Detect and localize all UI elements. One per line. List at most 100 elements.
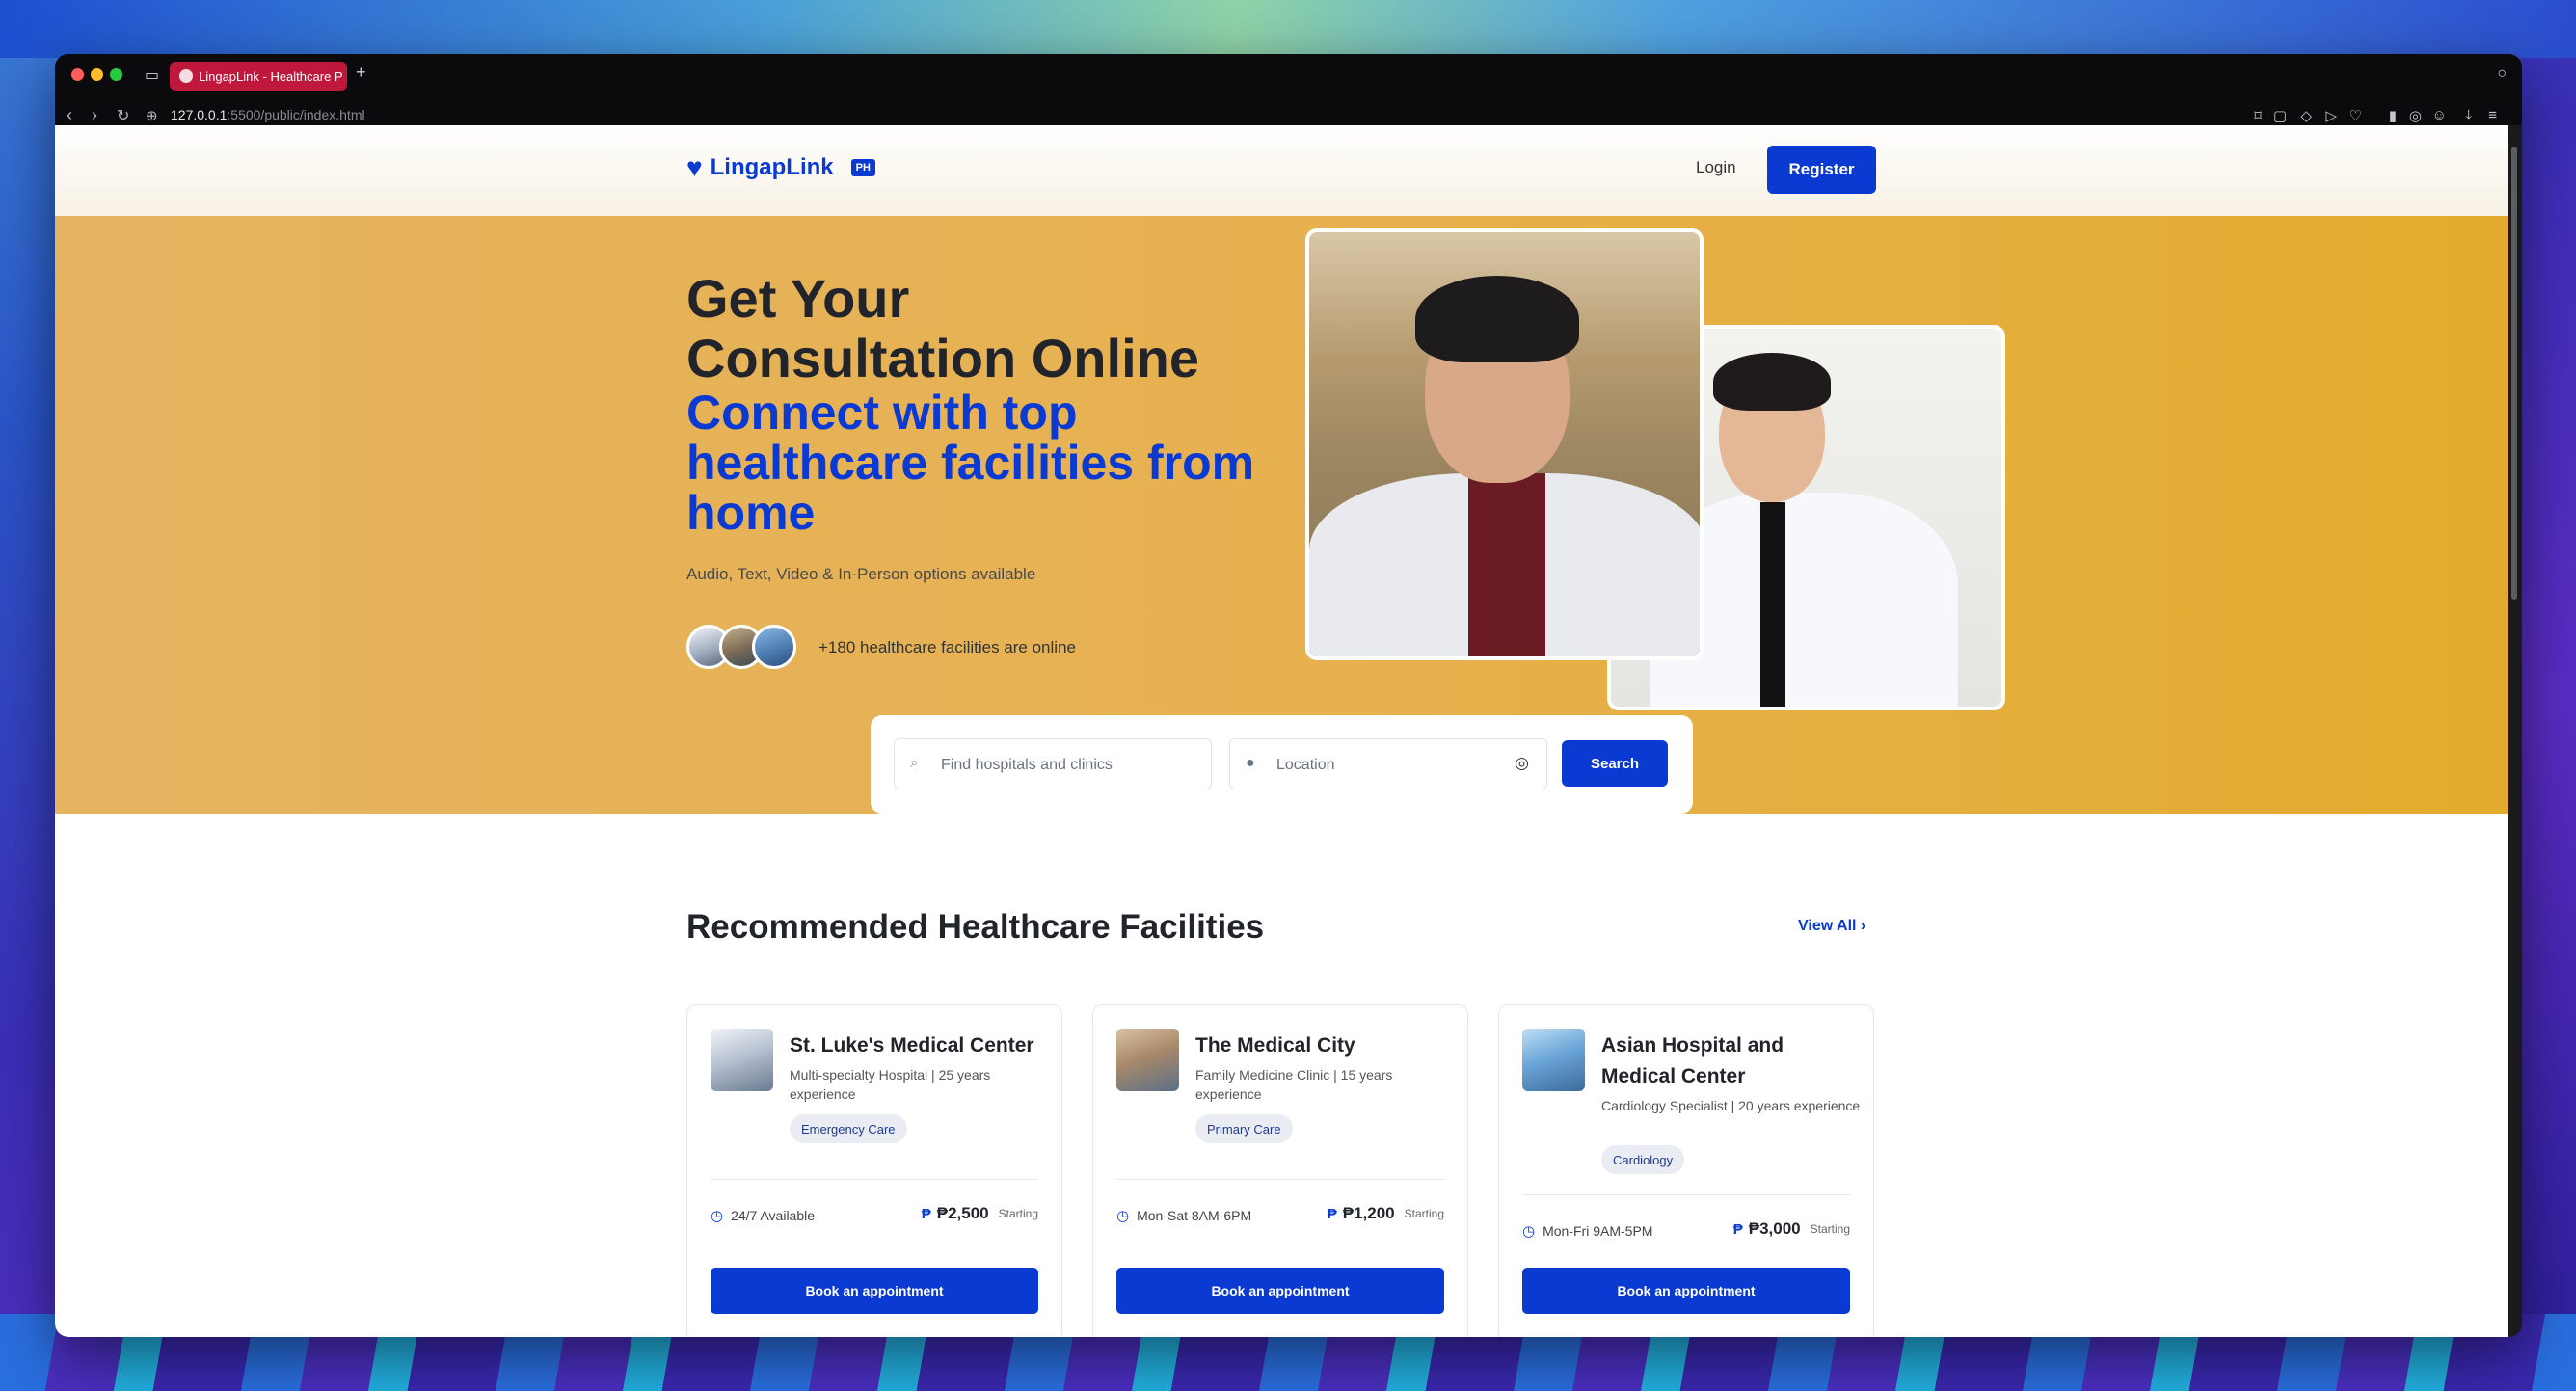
facility-subtitle: Multi-specialty Hospital | 25 years expe…	[790, 1067, 991, 1102]
hero-section: Get Your Consultation Online Connect wit…	[55, 216, 2508, 814]
facility-name: Asian Hospital and Medical Center	[1601, 1034, 1784, 1087]
bookmark-icon[interactable]: ⌑	[2254, 107, 2262, 124]
locate-me-icon[interactable]: ◎	[1515, 754, 1529, 773]
reading-list-icon[interactable]: ▢	[2273, 107, 2287, 124]
tab-title: LingapLink - Healthcare P	[199, 68, 343, 84]
search-icon: ⌕	[910, 755, 919, 771]
map-pin-icon: ●	[1246, 755, 1255, 771]
facility-card: Asian Hospital and Medical Center Cardio…	[1498, 1004, 1874, 1337]
shield-icon[interactable]: ◇	[2300, 107, 2312, 124]
site-info-icon[interactable]: ⊕	[146, 107, 158, 124]
price-value: ₱3,000	[1748, 1219, 1801, 1238]
divider	[711, 1179, 1038, 1180]
price-note: Starting	[998, 1207, 1038, 1220]
book-appointment-button[interactable]: Book an appointment	[1522, 1268, 1850, 1314]
price: ₱ ₱1,200 Starting	[1328, 1204, 1444, 1223]
location-input[interactable]: ● Location ◎	[1229, 738, 1547, 789]
availability-text: Mon-Sat 8AM-6PM	[1137, 1208, 1252, 1223]
clock-icon: ◷	[1116, 1208, 1130, 1224]
specialty-tag: Emergency Care	[790, 1114, 907, 1143]
availability-text: Mon-Fri 9AM-5PM	[1543, 1223, 1653, 1239]
price: ₱ ₱3,000 Starting	[1733, 1219, 1850, 1239]
clock-icon: ◷	[1522, 1223, 1536, 1240]
doctor-photo-primary	[1305, 228, 1704, 660]
facility-name: St. Luke's Medical Center	[790, 1034, 1034, 1057]
book-appointment-button[interactable]: Book an appointment	[711, 1268, 1038, 1314]
facility-subtitle: Family Medicine Clinic | 15 years experi…	[1195, 1067, 1393, 1102]
country-badge: PH	[850, 159, 875, 176]
desktop-wallpaper-top	[0, 0, 2576, 58]
availability: ◷ Mon-Fri 9AM-5PM	[1522, 1222, 1652, 1240]
availability: ◷ Mon-Sat 8AM-6PM	[1116, 1207, 1251, 1224]
download-icon[interactable]: ⤓	[2465, 107, 2472, 123]
browser-window: ▭ LingapLink - Healthcare P + ○ ‹ › ↻ ⊕ …	[55, 54, 2522, 1337]
recommended-title: Recommended Healthcare Facilities	[686, 908, 1265, 946]
puzzle-icon[interactable]: ◎	[2409, 107, 2422, 124]
facility-search-placeholder: Find hospitals and clinics	[941, 757, 1113, 773]
forward-icon[interactable]: ›	[92, 105, 97, 125]
facilities-online-count: +180 healthcare facilities are online	[818, 638, 1076, 656]
tab-active[interactable]: LingapLink - Healthcare P	[170, 62, 347, 91]
heart-pulse-icon: ♥	[686, 152, 703, 182]
page-viewport: ♥ LingapLink PH Login Register Get Your …	[55, 125, 2508, 1337]
play-icon[interactable]: ▷	[2325, 107, 2337, 124]
peso-icon: ₱	[921, 1205, 931, 1222]
book-appointment-button[interactable]: Book an appointment	[1116, 1268, 1444, 1314]
logo-text: LingapLink	[710, 154, 834, 180]
price-value: ₱2,500	[936, 1204, 989, 1222]
tab-search-icon[interactable]: ○	[2497, 66, 2507, 83]
url-host: 127.0.0.1	[171, 107, 228, 122]
back-icon[interactable]: ‹	[67, 105, 72, 125]
hero-title: Get Your Consultation Online	[686, 268, 1199, 388]
logo[interactable]: ♥ LingapLink PH	[686, 154, 875, 181]
facility-search-input[interactable]: ⌕ Find hospitals and clinics	[894, 738, 1212, 789]
price-note: Starting	[1810, 1222, 1850, 1236]
facility-thumbnail	[1522, 1029, 1585, 1091]
tab-bar: ▭ LingapLink - Healthcare P + ○	[55, 54, 2522, 96]
hero-subtitle: Connect with top healthcare facilities f…	[686, 386, 1255, 540]
url-field[interactable]: 127.0.0.1:5500/public/index.html	[171, 107, 365, 122]
chevron-right-icon: ›	[1860, 918, 1866, 934]
reload-icon[interactable]: ↻	[117, 106, 129, 125]
view-all-label: View All	[1798, 918, 1857, 934]
heart-icon[interactable]: ♡	[2349, 107, 2362, 124]
facility-name: The Medical City	[1195, 1034, 1355, 1057]
menu-icon[interactable]: ≡	[2488, 107, 2497, 123]
sidebar-toggle-icon[interactable]: ▭	[145, 66, 159, 85]
facility-avatars	[686, 625, 796, 669]
site-header: ♥ LingapLink PH Login Register	[55, 125, 2508, 216]
minimize-window-button[interactable]	[91, 68, 103, 81]
search-button[interactable]: Search	[1562, 740, 1668, 787]
facility-thumbnail	[1116, 1029, 1179, 1091]
divider	[1522, 1194, 1850, 1195]
availability: ◷ 24/7 Available	[711, 1207, 815, 1224]
scrollbar-thumb[interactable]	[2511, 147, 2517, 600]
view-all-link[interactable]: View All ›	[1798, 918, 1865, 935]
price-value: ₱1,200	[1342, 1204, 1395, 1222]
profile-icon[interactable]: ☺	[2432, 107, 2447, 123]
login-link[interactable]: Login	[1696, 158, 1736, 177]
facility-avatar	[752, 625, 796, 669]
clock-icon: ◷	[711, 1208, 724, 1224]
facility-subtitle: Cardiology Specialist | 20 years experie…	[1601, 1098, 1861, 1113]
divider	[1116, 1179, 1444, 1180]
extension-icon[interactable]: ▮	[2389, 107, 2397, 124]
facility-card: St. Luke's Medical Center Multi-specialt…	[686, 1004, 1062, 1337]
facility-card: The Medical City Family Medicine Clinic …	[1092, 1004, 1468, 1337]
tab-favicon-icon	[179, 69, 193, 83]
maximize-window-button[interactable]	[110, 68, 122, 81]
location-placeholder: Location	[1276, 757, 1335, 773]
specialty-tag: Primary Care	[1195, 1114, 1293, 1143]
price: ₱ ₱2,500 Starting	[922, 1204, 1038, 1223]
close-window-button[interactable]	[71, 68, 84, 81]
new-tab-icon[interactable]: +	[356, 63, 366, 83]
peso-icon: ₱	[1327, 1205, 1337, 1222]
facility-thumbnail	[711, 1029, 773, 1091]
peso-icon: ₱	[1732, 1220, 1743, 1238]
availability-text: 24/7 Available	[731, 1208, 816, 1223]
specialty-tag: Cardiology	[1601, 1145, 1685, 1174]
page-scrollbar[interactable]	[2508, 125, 2522, 1337]
register-button[interactable]: Register	[1767, 146, 1876, 194]
price-note: Starting	[1404, 1207, 1444, 1220]
search-card: ⌕ Find hospitals and clinics ● Location …	[871, 715, 1693, 814]
